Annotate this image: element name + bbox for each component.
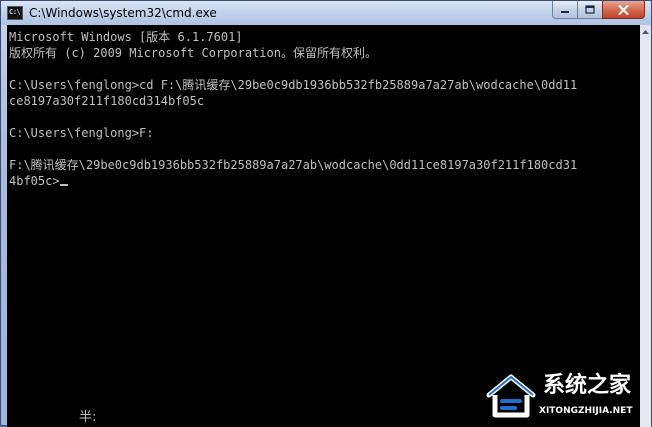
close-button[interactable] [602,1,645,19]
console-line: C:\Users\fenglong>F: [9,126,154,140]
text-cursor [59,184,68,186]
title-bar[interactable]: C:\ C:\Windows\system32\cmd.exe [1,1,651,25]
cmd-console-icon[interactable]: C:\ [7,6,23,20]
console-line: C:\Users\fenglong>cd F:\腾讯缓存\29be0c9db19… [9,78,578,92]
ime-status-indicator[interactable]: 半: [79,411,96,425]
maximize-icon [585,5,595,14]
cmd-window: C:\ C:\Windows\system32\cmd.exe Microsof… [0,0,652,427]
minimize-icon [561,10,569,13]
console-line: ce8197a30f211f180cd314bf05c [9,94,205,108]
house-logo-icon [486,374,536,418]
window-title: C:\Windows\system32\cmd.exe [29,6,217,20]
scroll-up-arrow-icon [642,30,649,34]
maximize-button[interactable] [577,1,603,19]
console-line: 版权所有 (c) 2009 Microsoft Corporation。保留所有… [9,46,377,60]
scroll-up-button[interactable] [640,25,651,39]
cmd-icon-glyph: C:\ [9,8,21,16]
close-icon [618,4,629,15]
caption-buttons [552,1,645,19]
console-prompt: 4bf05c> [9,174,60,188]
watermark-site-name: 系统之家 [543,373,632,398]
watermark: 系统之家 XITONGZHIJIA.NET [479,367,649,425]
watermark-domain: XITONGZHIJIA.NET [539,406,633,416]
console-prompt-line: 4bf05c> [9,173,68,189]
minimize-button[interactable] [552,1,578,19]
console-line: Microsoft Windows [版本 6.1.7601] [9,30,243,44]
console-line: F:\腾讯缓存\29be0c9db1936bb532fb25889a7a27ab… [9,158,578,172]
